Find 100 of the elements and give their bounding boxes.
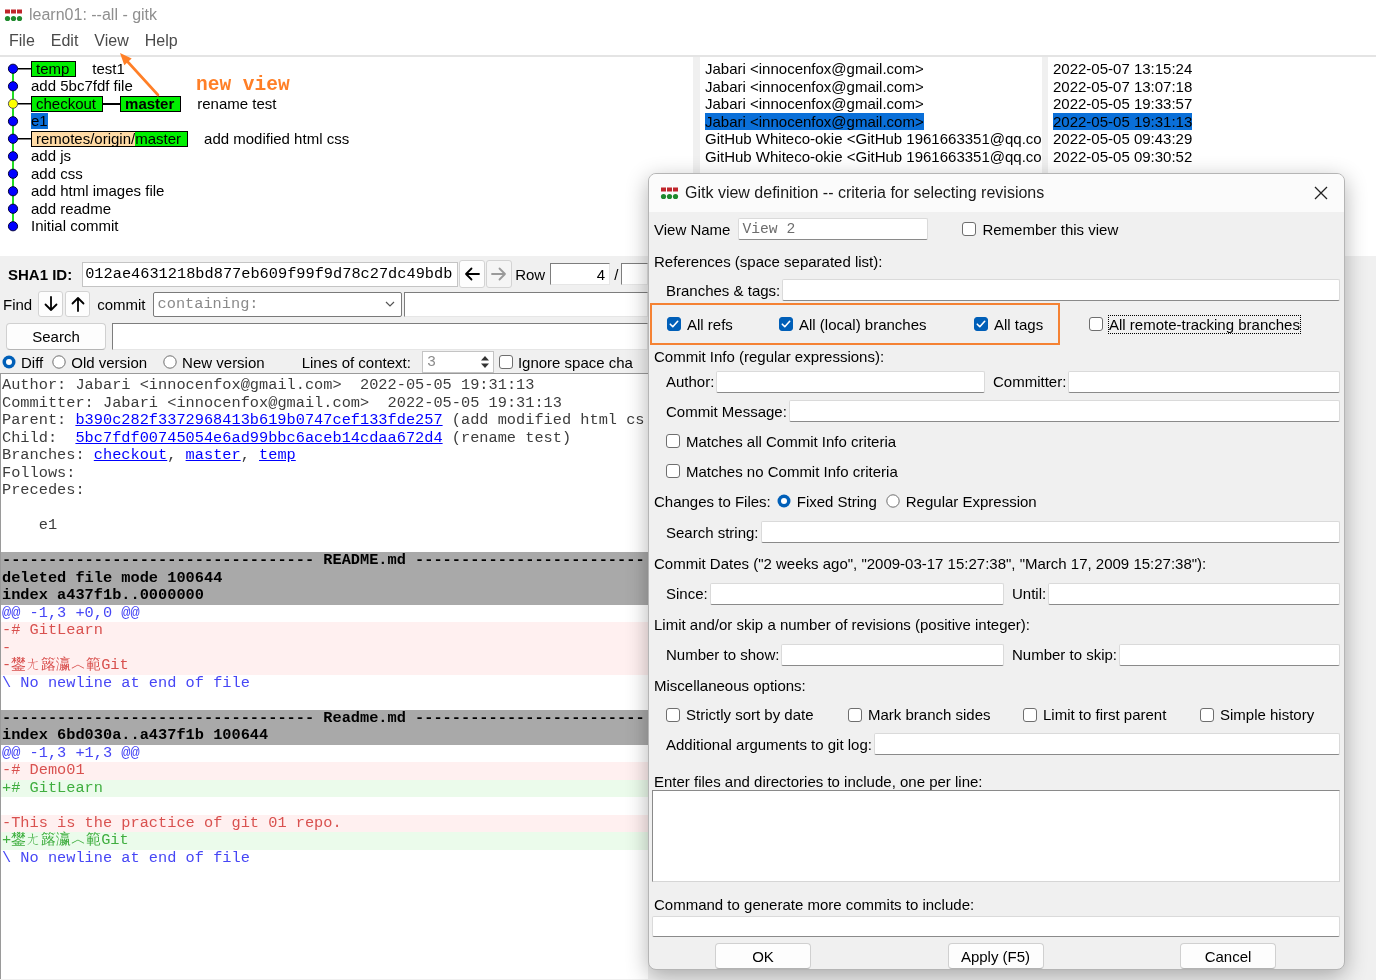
commit-message[interactable]: add 5bc7fdf file (31, 78, 133, 95)
commit-message[interactable]: add js (31, 148, 72, 165)
commit-date[interactable]: 2022-05-05 09:43:29 (1053, 130, 1193, 148)
radio-button[interactable]: Diff (2, 353, 44, 371)
search-string-field[interactable] (760, 521, 1340, 543)
chevron-down-icon (384, 301, 395, 307)
checkbox[interactable]: All (local) branches (779, 315, 974, 333)
author-line: Author: Jabari <innocenfox@gmail.com> 2022-05-05 19:31:13 (2, 377, 535, 395)
since-field[interactable] (709, 582, 1004, 605)
commit-date[interactable]: 2022-05-05 09:30:52 (1053, 147, 1193, 165)
section-heading: Miscellaneous options: (654, 676, 806, 694)
commit-message[interactable]: rename test (197, 95, 277, 112)
commit-author[interactable]: Jabari <innocenfox@gmail.com> (705, 112, 924, 130)
checkbox[interactable]: All remote-tracking branches (1089, 315, 1300, 333)
section-heading: Commit Info (regular expressions): (654, 347, 885, 365)
commit-message-field[interactable] (788, 400, 1340, 422)
checkbox[interactable]: Limit to first parent (1023, 706, 1200, 723)
commit-date[interactable]: 2022-05-07 13:15:24 (1053, 60, 1193, 78)
dialog-button[interactable]: Cancel (1180, 943, 1276, 969)
number-to-show-field[interactable] (781, 643, 1004, 666)
commit-author[interactable]: Jabari <innocenfox@gmail.com> (705, 60, 924, 78)
checkbox[interactable]: Mark branch sides (848, 706, 1023, 723)
radio-button[interactable]: Old version (52, 353, 148, 371)
back-button[interactable] (459, 260, 486, 288)
commit-message[interactable]: add html images file (31, 183, 165, 200)
radio-button[interactable]: Regular Expression (885, 492, 1037, 510)
commit-message[interactable]: add modified html css (204, 130, 350, 147)
diff-note: \ No newline at end of file (1, 674, 251, 692)
commit-author[interactable]: GitHub Whiteco-okie <GitHub 1961663351@qq.co (705, 147, 1042, 165)
menu-item[interactable]: Help (136, 30, 186, 52)
context-spinbox[interactable]: 3 (421, 351, 494, 373)
dialog-button[interactable]: OK (715, 943, 811, 969)
field-label: Branches & tags: (666, 281, 781, 299)
ref-label: remotes/origin/master (31, 130, 189, 147)
menu-item[interactable]: View (86, 30, 137, 52)
commit-author[interactable]: Jabari <innocenfox@gmail.com> (705, 95, 924, 113)
checkbox[interactable]: Matches no Commit Info criteria (666, 462, 898, 480)
commit-message[interactable]: add readme (31, 200, 112, 217)
committer-line: Committer: Jabari <innocenfox@gmail.com> 2022-05-05 19:31:13 (2, 394, 562, 412)
field-label: Committer: (993, 373, 1067, 390)
find-field[interactable] (403, 291, 648, 317)
command-field[interactable] (652, 916, 1340, 937)
number-to-skip-field[interactable] (1119, 643, 1340, 666)
author-field[interactable] (716, 370, 985, 393)
commit-message[interactable]: Initial commit (31, 218, 119, 235)
row-field[interactable]: 4 (550, 263, 611, 285)
follows-label: Follows: (2, 464, 76, 482)
section-heading: Enter files and directories to include, one per line: (654, 773, 983, 790)
branch-link[interactable]: master (185, 447, 241, 465)
ref-connector (17, 68, 31, 70)
checkbox[interactable]: Matches all Commit Info criteria (666, 432, 897, 450)
hunk-header: @@ -1,3 +0,0 @@ (1, 604, 141, 622)
sha-field[interactable]: 012ae4631218bd877eb609f99f9d78c27dc49bdb (82, 261, 459, 287)
find-next-button[interactable] (38, 291, 64, 317)
section-heading: Limit and/or skip a number of revisions (positive integer): (654, 615, 1030, 633)
until-field[interactable] (1048, 582, 1340, 605)
search-field[interactable] (112, 322, 648, 350)
search-button[interactable]: Search (6, 322, 106, 350)
branch-link[interactable]: temp (259, 447, 296, 465)
relation-label: Parent: (2, 412, 68, 430)
git-log-arguments-field[interactable] (873, 733, 1340, 755)
branches-field[interactable] (782, 279, 1340, 301)
field-label: Number to show: (666, 646, 780, 663)
commit-link[interactable]: b390c282f3372968413b619b0747cef133fde257 (75, 412, 443, 430)
field-label: Search string: (666, 523, 759, 541)
field-label: Commit Message: (666, 402, 787, 420)
sha-label: SHA1 ID: (8, 265, 73, 283)
app-icon (660, 186, 679, 200)
row-total-field[interactable] (621, 263, 648, 285)
checkbox[interactable]: Remember this view (962, 220, 1119, 238)
view-name-field[interactable]: View 2 (738, 218, 929, 240)
radio-button[interactable]: New version (163, 353, 265, 371)
checkbox[interactable]: All tags (974, 315, 1044, 333)
checkbox[interactable]: Ignore space cha (498, 353, 633, 371)
spin-arrows-icon (479, 354, 490, 370)
commit-date[interactable]: 2022-05-05 19:31:13 (1053, 112, 1193, 130)
menu-item[interactable]: File (1, 30, 43, 52)
ref-label: master (120, 95, 182, 112)
branch-link[interactable]: checkout (93, 447, 168, 465)
arrow-right-icon (491, 266, 508, 282)
checkbox[interactable]: Simple history (1200, 706, 1315, 723)
commit-message[interactable]: e1 (31, 113, 48, 130)
checkbox[interactable]: Strictly sort by date (666, 706, 848, 723)
commit-date[interactable]: 2022-05-05 19:33:57 (1053, 95, 1193, 113)
app-icon (4, 8, 23, 22)
ref-label: temp (31, 60, 77, 77)
commit-date[interactable]: 2022-05-07 13:07:18 (1053, 77, 1193, 95)
dialog-button[interactable]: Apply (F5) (947, 943, 1044, 969)
relation-label: Child: (2, 429, 59, 447)
menu-item[interactable]: Edit (42, 30, 87, 52)
commit-author[interactable]: Jabari <innocenfox@gmail.com> (705, 77, 924, 95)
radio-button[interactable]: Fixed String (776, 492, 877, 510)
checkbox[interactable]: All refs (667, 315, 779, 333)
commit-link[interactable]: 5bc7fdf00745054e6ad99bbc6aceb14cdaa672d4 (75, 429, 443, 447)
commit-message[interactable]: test1 (92, 60, 125, 77)
dialog-title: Gitk view definition -- criteria for selecting revisions (685, 184, 1045, 202)
commit-message[interactable]: add css (31, 165, 83, 182)
committer-field[interactable] (1068, 370, 1340, 393)
commit-author[interactable]: GitHub Whiteco-okie <GitHub 1961663351@qq.co (705, 130, 1042, 148)
find-previous-button[interactable] (65, 291, 91, 317)
